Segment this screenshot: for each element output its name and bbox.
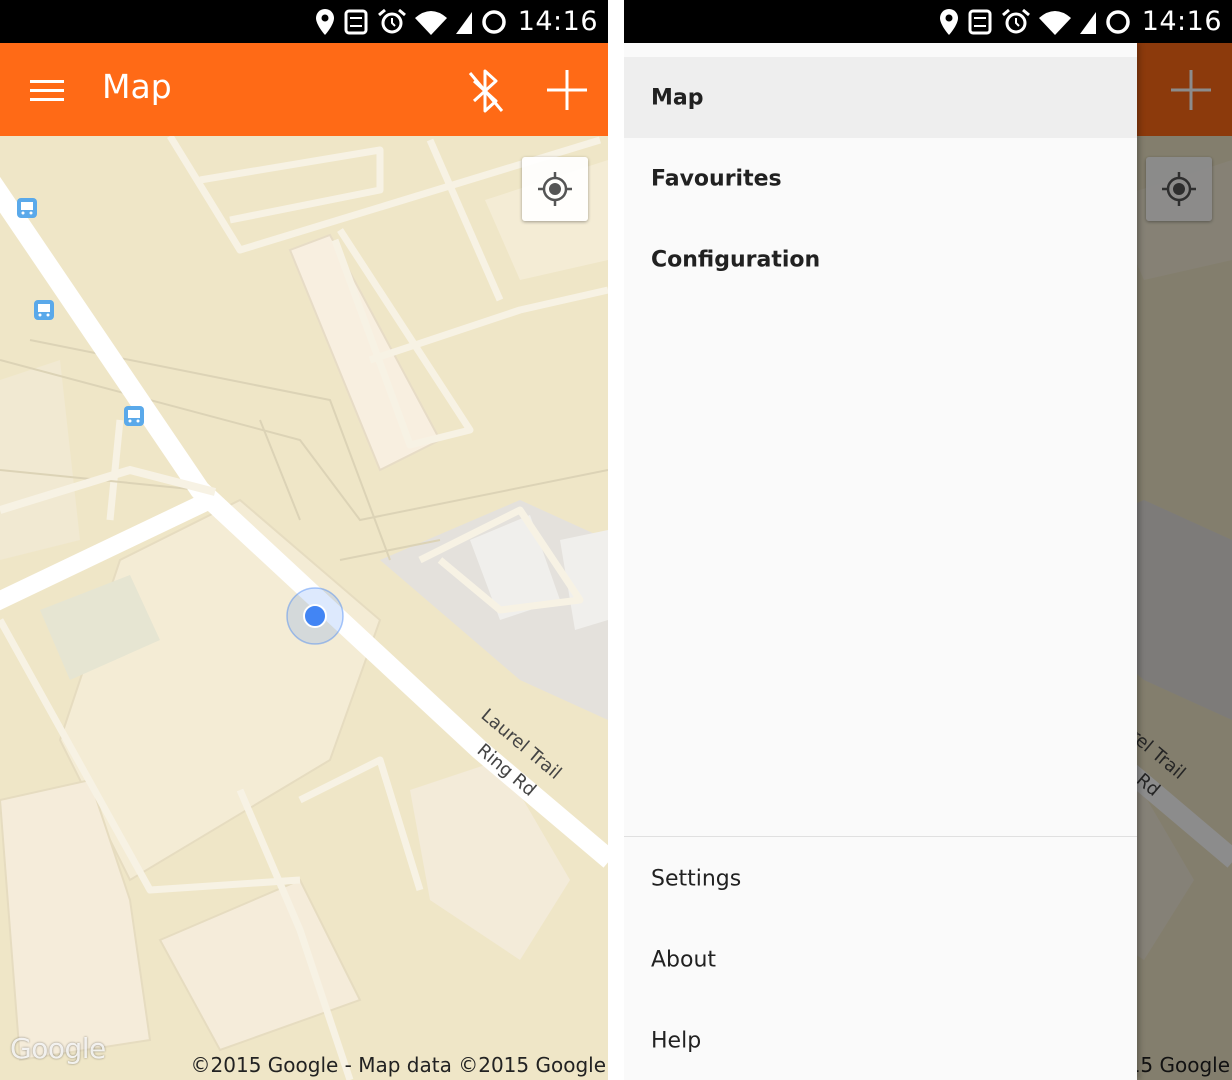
google-logo: Google [10, 1032, 106, 1065]
bus-stop-icon[interactable] [34, 300, 54, 320]
wifi-icon [414, 10, 447, 35]
map-view[interactable]: Laurel Trail Ring Rd [0, 136, 608, 1080]
menu-icon [30, 80, 64, 101]
add-icon [547, 70, 587, 110]
drawer-item-label: Settings [651, 866, 742, 891]
drawer-divider [624, 836, 1137, 837]
drawer-item-help[interactable]: Help [624, 1000, 1137, 1080]
signal-icon [455, 11, 472, 34]
drawer-item-map[interactable]: Map [624, 57, 1137, 138]
drawer-item-settings[interactable]: Settings [624, 838, 1137, 919]
navigation-drawer: Map Favourites Configuration Settings Ab… [624, 43, 1137, 1080]
add-button[interactable] [544, 67, 590, 113]
status-bar: 14:16 [624, 0, 1232, 43]
current-location-marker [286, 587, 344, 645]
battery-icon [1105, 9, 1130, 34]
map-tiles: Laurel Trail Ring Rd [0, 136, 608, 1080]
page-title: Map [102, 67, 172, 106]
drawer-item-label: Favourites [651, 166, 782, 191]
location-pin-icon [315, 8, 334, 35]
drawer-item-label: Help [651, 1028, 702, 1053]
drawer-item-configuration[interactable]: Configuration [624, 219, 1137, 300]
wifi-icon [1038, 10, 1071, 35]
status-time: 14:16 [1141, 6, 1222, 37]
battery-icon [481, 9, 506, 34]
map-screen: Laurel Trail Ring Rd Google ©2015 Google… [0, 0, 608, 1080]
screen-divider [608, 0, 624, 1080]
my-location-button[interactable] [522, 157, 588, 221]
status-bar: 14:16 [0, 0, 608, 43]
drawer-item-label: Configuration [651, 247, 821, 272]
alarm-icon [1001, 8, 1030, 33]
bluetooth-icon [468, 69, 504, 113]
bus-stop-icon[interactable] [124, 406, 144, 426]
drawer-screen: Laurel Trail Ring Rd ©2015 Google - Map … [624, 0, 1232, 1080]
my-location-icon [538, 172, 572, 206]
drawer-item-label: Map [651, 85, 704, 110]
bluetooth-button[interactable] [464, 65, 508, 117]
map-copyright[interactable]: ©2015 Google - Map data ©2015 Google [191, 1053, 606, 1077]
menu-button[interactable] [28, 71, 68, 109]
drawer-item-about[interactable]: About [624, 919, 1137, 1000]
location-pin-icon [939, 8, 958, 35]
sync-icon [344, 9, 368, 34]
signal-icon [1079, 11, 1096, 34]
status-time: 14:16 [517, 6, 598, 37]
bus-stop-icon[interactable] [17, 198, 37, 218]
alarm-icon [377, 8, 406, 33]
app-bar: Map [0, 43, 608, 136]
sync-icon [968, 9, 992, 34]
drawer-item-label: About [651, 947, 717, 972]
drawer-item-favourites[interactable]: Favourites [624, 138, 1137, 219]
